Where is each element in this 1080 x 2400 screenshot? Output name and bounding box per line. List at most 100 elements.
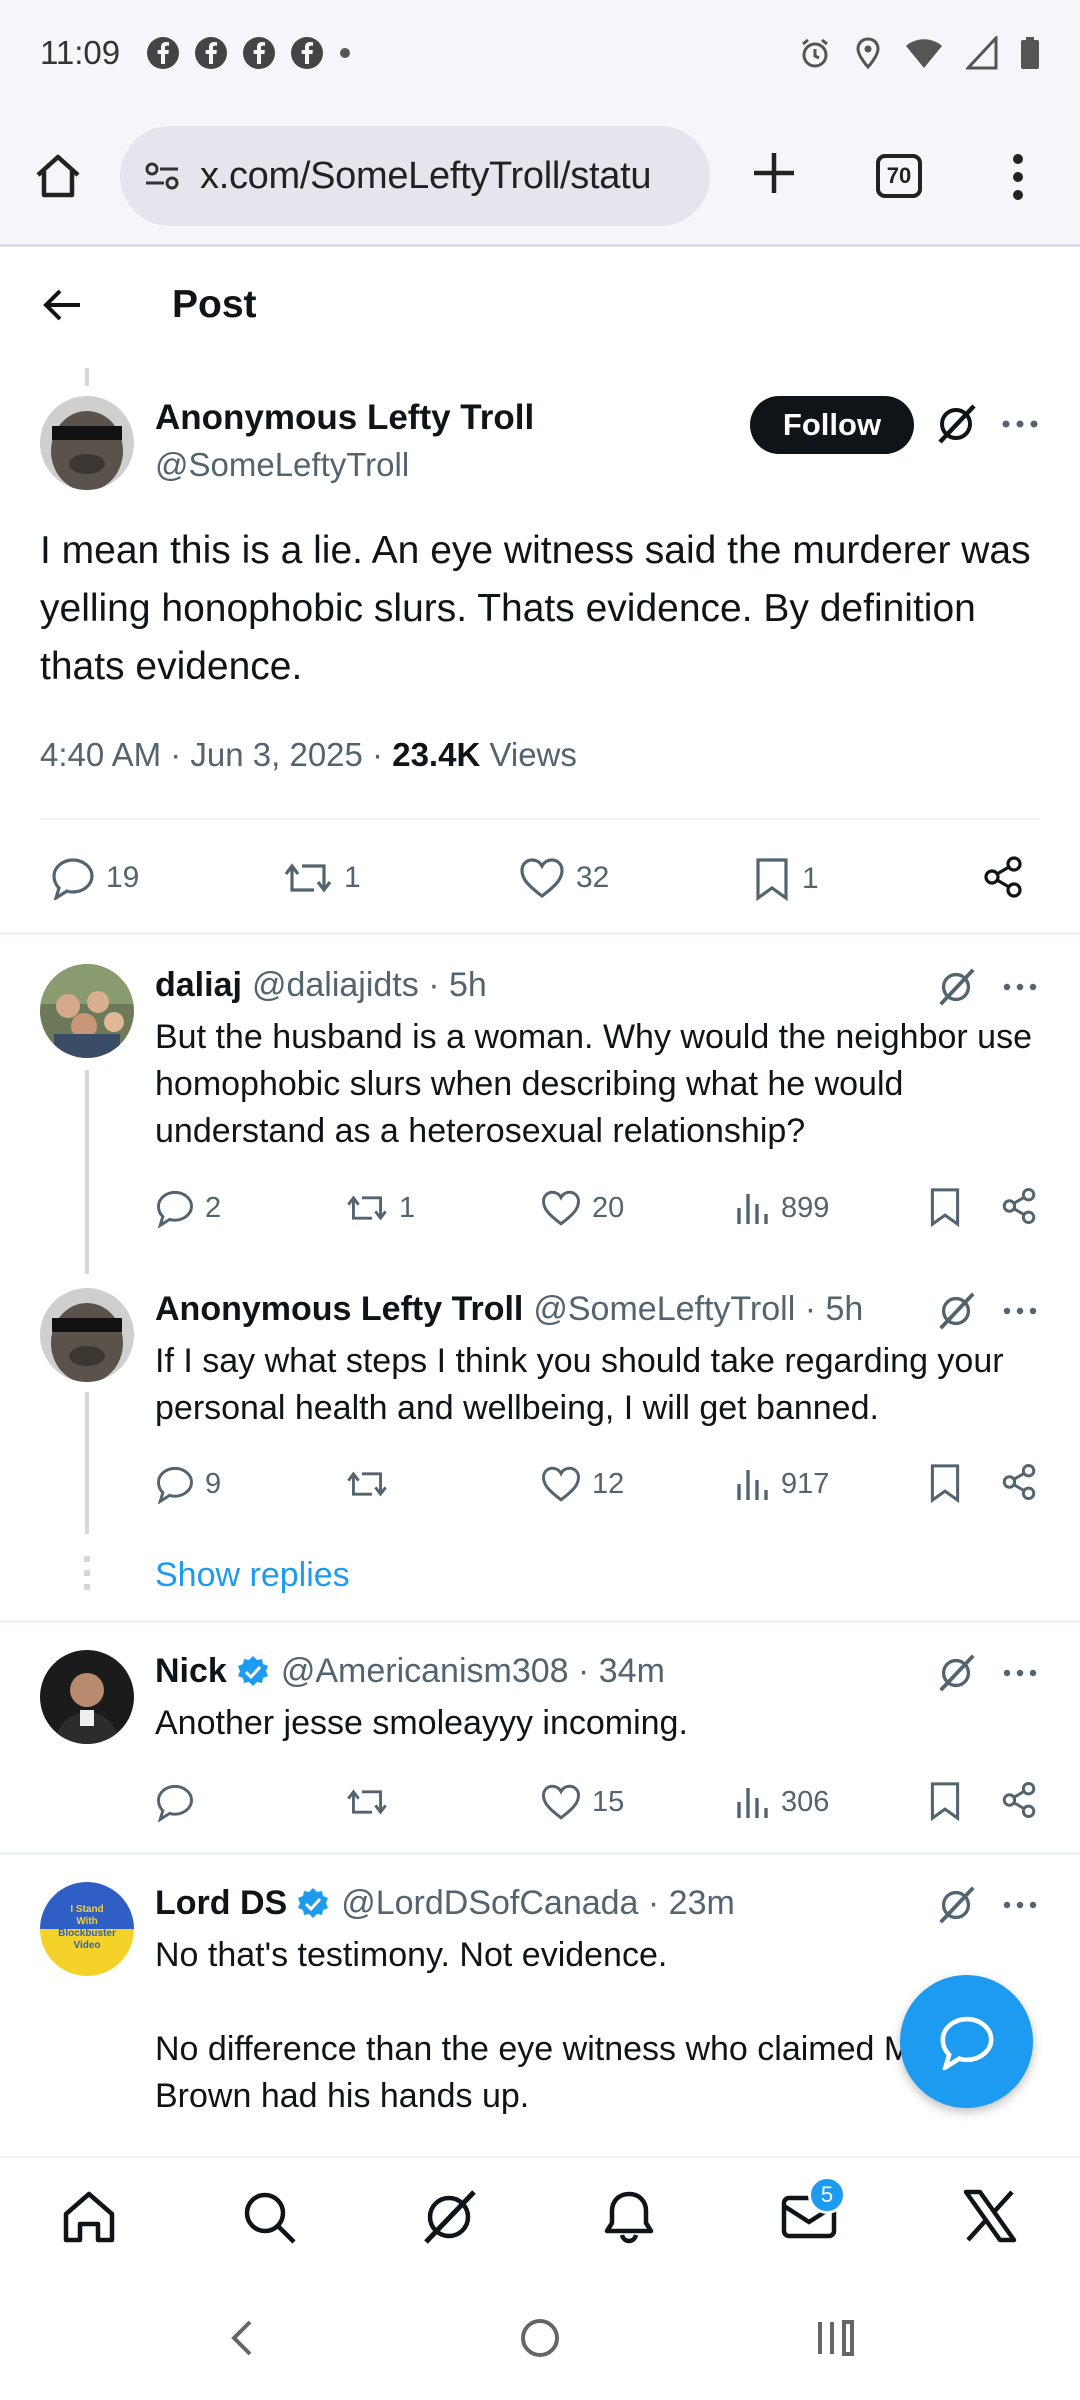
share-icon[interactable] bbox=[980, 854, 1026, 900]
grok-icon[interactable] bbox=[935, 1652, 977, 1694]
browser-toolbar: x.com/SomeLeftyTroll/statu 70 bbox=[0, 105, 1080, 247]
system-navigation-bar bbox=[0, 2278, 1080, 2400]
post-actions: 19 1 32 1 bbox=[40, 848, 1040, 908]
repost-button[interactable] bbox=[345, 1782, 399, 1822]
reply-text: No that's testimony. Not evidence. bbox=[155, 1936, 668, 1974]
reply-header: daliaj @daliajidts · 5h bbox=[155, 966, 487, 1005]
more-options-icon[interactable] bbox=[1000, 410, 1040, 438]
repost-count: 1 bbox=[399, 1191, 416, 1224]
views-button[interactable]: 306 bbox=[735, 1782, 829, 1822]
reply-button[interactable]: 2 bbox=[155, 1188, 221, 1228]
like-button[interactable]: 20 bbox=[540, 1188, 624, 1228]
like-count: 32 bbox=[576, 861, 610, 894]
author-handle[interactable]: @SomeLeftyTroll bbox=[155, 446, 409, 484]
share-icon[interactable] bbox=[999, 1780, 1039, 1820]
divider bbox=[0, 1852, 1080, 1855]
tab-switcher-button[interactable]: 70 bbox=[876, 154, 922, 198]
avatar[interactable] bbox=[40, 1650, 134, 1744]
reply-author-handle[interactable]: @Americanism308 · 34m bbox=[281, 1652, 665, 1691]
avatar[interactable]: I Stand With Blockbuster Video bbox=[40, 1882, 134, 1976]
new-tab-icon[interactable] bbox=[748, 147, 800, 199]
facebook-notification-icon bbox=[146, 36, 180, 70]
share-icon[interactable] bbox=[999, 1186, 1039, 1226]
view-count: 23.4K bbox=[392, 736, 481, 773]
reply-button[interactable]: 9 bbox=[155, 1464, 221, 1504]
views-button[interactable]: 899 bbox=[735, 1188, 829, 1228]
page-title: Post bbox=[172, 283, 257, 326]
status-bar: 11:09 bbox=[0, 0, 1080, 105]
more-options-icon[interactable] bbox=[1000, 1298, 1040, 1324]
grok-icon[interactable] bbox=[934, 402, 978, 446]
bookmark-icon[interactable] bbox=[927, 1186, 963, 1228]
bookmark-icon[interactable] bbox=[927, 1780, 963, 1822]
home-icon[interactable] bbox=[58, 2186, 120, 2248]
more-options-icon[interactable] bbox=[1000, 1892, 1040, 1918]
thread-line bbox=[85, 368, 89, 386]
avatar[interactable] bbox=[40, 964, 134, 1058]
reply-button[interactable] bbox=[155, 1782, 205, 1822]
avatar[interactable] bbox=[40, 396, 134, 490]
reply-author-handle[interactable]: @SomeLeftyTroll · 5h bbox=[533, 1290, 863, 1329]
like-button[interactable]: 15 bbox=[540, 1782, 624, 1822]
url-text[interactable]: x.com/SomeLeftyTroll/statu bbox=[200, 155, 651, 198]
view-count: 917 bbox=[781, 1467, 830, 1500]
post-text: I mean this is a lie. An eye witness sai… bbox=[40, 529, 1031, 688]
like-button[interactable]: 32 bbox=[518, 856, 609, 900]
repost-button[interactable]: 1 bbox=[345, 1188, 415, 1228]
more-options-icon[interactable] bbox=[1000, 1660, 1040, 1686]
post-timestamp[interactable]: 4:40 AM · Jun 3, 2025 · bbox=[40, 736, 392, 773]
wifi-icon bbox=[904, 36, 944, 70]
reply-author-name[interactable]: Lord DS bbox=[155, 1884, 287, 1923]
x-logo-icon[interactable] bbox=[960, 2186, 1020, 2246]
thread-continuation-dots bbox=[84, 1556, 90, 1596]
system-back-icon[interactable] bbox=[222, 2316, 262, 2360]
home-icon[interactable] bbox=[30, 149, 86, 205]
thread-line bbox=[85, 1392, 89, 1534]
author-name[interactable]: Anonymous Lefty Troll bbox=[155, 398, 534, 438]
more-options-icon[interactable] bbox=[1000, 974, 1040, 1000]
more-notifications-dot-icon bbox=[338, 46, 352, 60]
address-bar[interactable]: x.com/SomeLeftyTroll/statu bbox=[120, 126, 710, 226]
share-icon[interactable] bbox=[999, 1462, 1039, 1502]
reply-count: 2 bbox=[205, 1191, 222, 1224]
reply-actions: 15 306 bbox=[155, 1778, 1040, 1828]
reply-author-name[interactable]: Anonymous Lefty Troll bbox=[155, 1290, 523, 1329]
facebook-notification-icon bbox=[242, 36, 276, 70]
compose-reply-button[interactable] bbox=[900, 1975, 1033, 2108]
repost-button[interactable]: 1 bbox=[282, 856, 361, 900]
svg-text:Blockbuster: Blockbuster bbox=[58, 1928, 116, 1939]
like-count: 20 bbox=[592, 1191, 625, 1224]
reply-actions: 9 12 917 bbox=[155, 1460, 1040, 1510]
reply-text: If I say what steps I think you should t… bbox=[155, 1342, 1004, 1427]
repost-button[interactable] bbox=[345, 1464, 399, 1504]
views-button[interactable]: 917 bbox=[735, 1464, 829, 1504]
follow-button[interactable]: Follow bbox=[750, 396, 914, 454]
reply-author-handle[interactable]: @daliajidts · 5h bbox=[252, 966, 487, 1005]
bookmark-button[interactable]: 1 bbox=[752, 856, 819, 902]
view-count: 899 bbox=[781, 1191, 830, 1224]
grok-icon[interactable] bbox=[935, 1290, 977, 1332]
like-button[interactable]: 12 bbox=[540, 1464, 624, 1504]
grok-icon[interactable] bbox=[935, 966, 977, 1008]
reply-author-name[interactable]: daliaj bbox=[155, 966, 242, 1005]
browser-menu-icon[interactable] bbox=[1006, 151, 1030, 203]
reply-button[interactable]: 19 bbox=[50, 856, 139, 900]
back-arrow-icon[interactable] bbox=[40, 283, 84, 327]
verified-badge-icon bbox=[235, 1654, 271, 1690]
avatar[interactable] bbox=[40, 1288, 134, 1382]
system-recents-icon[interactable] bbox=[812, 2316, 856, 2360]
reply-author-name[interactable]: Nick bbox=[155, 1652, 227, 1691]
reply-author-handle[interactable]: @LordDSofCanada · 23m bbox=[341, 1884, 735, 1923]
site-settings-icon[interactable] bbox=[142, 156, 182, 196]
like-count: 15 bbox=[592, 1785, 625, 1818]
bookmark-icon[interactable] bbox=[927, 1462, 963, 1504]
grok-icon[interactable] bbox=[418, 2186, 480, 2248]
reply-count: 9 bbox=[205, 1467, 222, 1500]
reply-text: Another jesse smoleayyy incoming. bbox=[155, 1704, 688, 1742]
grok-icon[interactable] bbox=[935, 1884, 977, 1926]
search-icon[interactable] bbox=[238, 2186, 300, 2248]
notifications-bell-icon[interactable] bbox=[598, 2186, 660, 2248]
system-home-icon[interactable] bbox=[518, 2316, 562, 2360]
bottom-navigation bbox=[0, 2156, 1080, 2278]
show-replies-link[interactable]: Show replies bbox=[155, 1556, 350, 1595]
